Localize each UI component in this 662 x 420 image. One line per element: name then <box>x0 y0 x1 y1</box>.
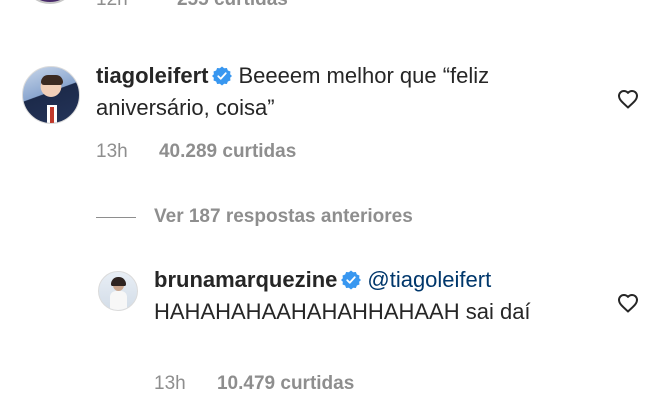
comment-likes[interactable]: 40.289 curtidas <box>159 141 296 162</box>
previous-comment-likes[interactable]: 255 curtidas <box>177 0 288 10</box>
verified-badge-icon <box>341 270 362 290</box>
replies-divider-line <box>96 216 136 218</box>
comment-meta: 13h 10.479 curtidas <box>154 373 354 395</box>
comment-username[interactable]: brunamarquezine <box>154 267 337 292</box>
comment-time: 13h <box>154 373 186 394</box>
tiagoleifert-avatar[interactable] <box>22 66 80 124</box>
comment-time: 13h <box>96 141 128 162</box>
view-previous-replies-label: Ver 187 respostas anteriores <box>154 206 413 227</box>
comment-meta: 13h 40.289 curtidas <box>96 141 296 163</box>
verified-badge-icon <box>212 66 233 86</box>
comment-likes[interactable]: 10.479 curtidas <box>217 373 354 394</box>
previous-comment-meta: 12h 255 curtidas <box>96 0 288 11</box>
heart-outline-icon[interactable] <box>616 87 640 111</box>
previous-comment-avatar[interactable] <box>22 0 78 4</box>
comment-text: HAHAHAHAAHAHAHHAHAAH sai daí <box>154 299 531 324</box>
comment-brunamarquezine: brunamarquezine @tiagoleifert HAHAHAHAAHA… <box>154 264 564 328</box>
comment-mention-link[interactable]: @tiagoleifert <box>367 267 491 292</box>
previous-comment-time: 12h <box>96 0 128 10</box>
comment-username[interactable]: tiagoleifert <box>96 63 208 88</box>
heart-outline-icon[interactable] <box>616 291 640 315</box>
brunamarquezine-avatar[interactable] <box>98 271 138 311</box>
comment-tiagoleifert: tiagoleifert Beeeem melhor que “feliz ani… <box>96 60 566 124</box>
view-previous-replies-button[interactable]: Ver 187 respostas anteriores <box>96 206 413 228</box>
